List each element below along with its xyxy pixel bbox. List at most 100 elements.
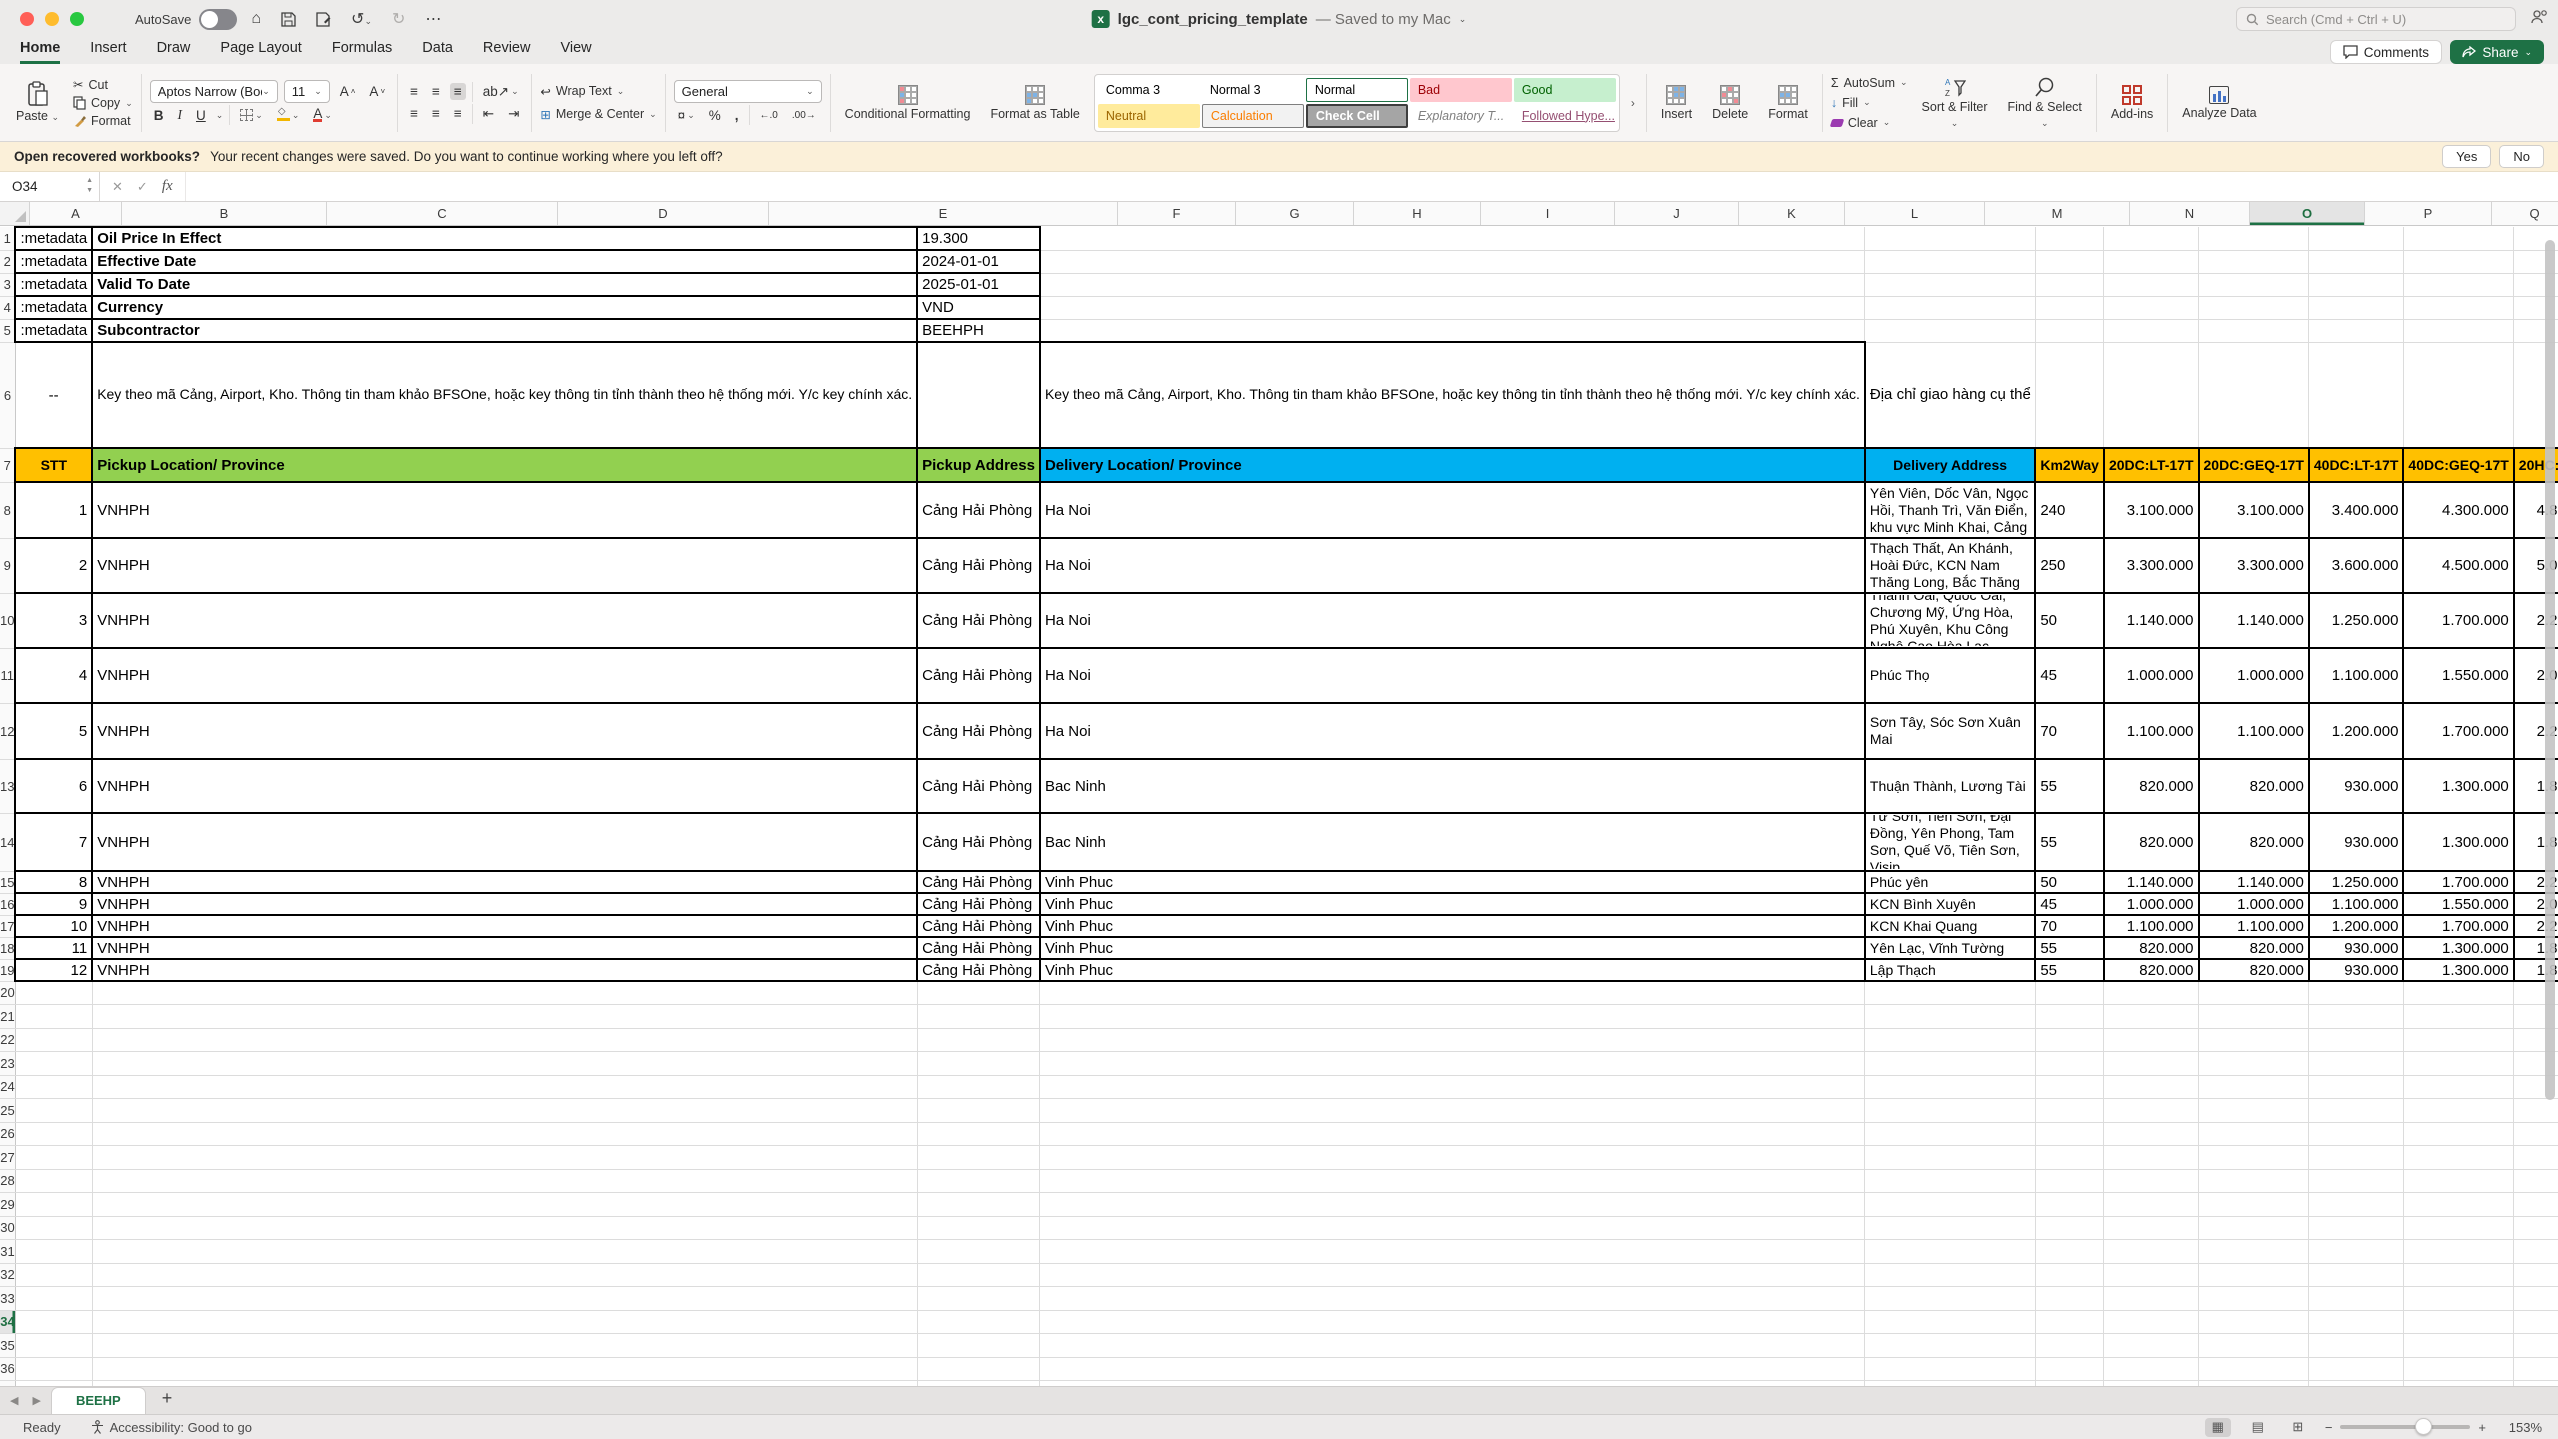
row-header-5[interactable]: 5 <box>0 319 15 342</box>
cell-F29[interactable] <box>2035 1193 2104 1217</box>
cell-G17[interactable]: 1.100.000 <box>2104 915 2199 937</box>
cell-D30[interactable] <box>1040 1216 1865 1240</box>
cell-B10[interactable]: VNHPH <box>92 593 917 648</box>
column-header-K[interactable]: K <box>1739 202 1845 225</box>
cell-J13[interactable]: 1.300.000 <box>2403 759 2513 813</box>
zoom-slider-knob[interactable] <box>2415 1418 2432 1435</box>
ribbon-tab-data[interactable]: Data <box>422 40 453 64</box>
cell-G21[interactable] <box>2104 1005 2199 1029</box>
styles-gallery-more-button[interactable]: › <box>1628 96 1638 110</box>
cell-F27[interactable] <box>2035 1146 2104 1170</box>
page-break-view-button[interactable]: ⊞ <box>2285 1418 2311 1437</box>
cell-H33[interactable] <box>2199 1287 2309 1311</box>
cell-G10[interactable]: 1.140.000 <box>2104 593 2199 648</box>
cell-H28[interactable] <box>2199 1169 2309 1193</box>
row-header-1[interactable]: 1 <box>0 227 15 250</box>
cell-C37[interactable] <box>917 1381 1040 1387</box>
cell-D14[interactable]: Bac Ninh <box>1040 813 1865 871</box>
analyze-data-button[interactable]: Analyze Data <box>2176 86 2262 120</box>
cell-B8[interactable]: VNHPH <box>92 482 917 538</box>
cell-I2[interactable] <box>2309 250 2404 273</box>
cell-K28[interactable] <box>2514 1169 2558 1193</box>
cell-G22[interactable] <box>2104 1028 2199 1052</box>
cell-G5[interactable] <box>2104 319 2199 342</box>
row-header-26[interactable]: 26 <box>0 1122 15 1146</box>
cell-F23[interactable] <box>2035 1052 2104 1076</box>
cell-D1[interactable] <box>1040 227 1865 250</box>
insert-function-icon[interactable]: fx <box>162 178 173 195</box>
cell-style-explanatory-t-[interactable]: Explanatory T... <box>1410 104 1512 128</box>
cell-F15[interactable]: 50 <box>2035 871 2104 893</box>
wrap-text-button[interactable]: ↩Wrap Text⌄ <box>540 84 656 99</box>
cell-I28[interactable] <box>2309 1169 2404 1193</box>
cell-G3[interactable] <box>2104 273 2199 296</box>
cell-I8[interactable]: 3.400.000 <box>2309 482 2404 538</box>
cell-E20[interactable] <box>1865 981 2035 1005</box>
cell-K30[interactable] <box>2514 1216 2558 1240</box>
cell-C8[interactable]: Cảng Hải Phòng <box>917 482 1040 538</box>
cell-H18[interactable]: 820.000 <box>2199 937 2309 959</box>
cell-A20[interactable] <box>15 981 92 1005</box>
cell-I9[interactable]: 3.600.000 <box>2309 538 2404 593</box>
cell-G27[interactable] <box>2104 1146 2199 1170</box>
cell-G36[interactable] <box>2104 1357 2199 1381</box>
cell-J15[interactable]: 1.700.000 <box>2403 871 2513 893</box>
cell-D35[interactable] <box>1040 1334 1865 1358</box>
cell-F14[interactable]: 55 <box>2035 813 2104 871</box>
cell-E16[interactable]: KCN Bình Xuyên <box>1865 893 2035 915</box>
cell-J3[interactable] <box>2403 273 2513 296</box>
row-header-3[interactable]: 3 <box>0 273 15 296</box>
home-icon[interactable]: ⌂ <box>251 10 261 28</box>
cell-C36[interactable] <box>917 1357 1040 1381</box>
save-as-icon[interactable] <box>316 12 331 27</box>
cell-I32[interactable] <box>2309 1263 2404 1287</box>
cell-F28[interactable] <box>2035 1169 2104 1193</box>
cell-F16[interactable]: 45 <box>2035 893 2104 915</box>
cell-J35[interactable] <box>2403 1334 2513 1358</box>
cell-J8[interactable]: 4.300.000 <box>2403 482 2513 538</box>
cell-H3[interactable] <box>2199 273 2309 296</box>
cell-I13[interactable]: 930.000 <box>2309 759 2404 813</box>
cell-C18[interactable]: Cảng Hải Phòng <box>917 937 1040 959</box>
orientation-button[interactable]: ab↗⌄ <box>479 83 523 101</box>
cell-I35[interactable] <box>2309 1334 2404 1358</box>
cell-A32[interactable] <box>15 1263 92 1287</box>
row-header-34[interactable]: 34 <box>0 1310 15 1334</box>
cell-G1[interactable] <box>2104 227 2199 250</box>
cell-style-check-cell[interactable]: Check Cell <box>1306 104 1408 128</box>
cell-F25[interactable] <box>2035 1099 2104 1123</box>
cell-I11[interactable]: 1.100.000 <box>2309 648 2404 703</box>
share-button[interactable]: Share ⌄ <box>2450 40 2544 64</box>
column-header-F[interactable]: F <box>1118 202 1236 225</box>
row-header-2[interactable]: 2 <box>0 250 15 273</box>
cell-J20[interactable] <box>2403 981 2513 1005</box>
cell-B25[interactable] <box>92 1099 917 1123</box>
cell-K25[interactable] <box>2514 1099 2558 1123</box>
cell-J21[interactable] <box>2403 1005 2513 1029</box>
cell-D15[interactable]: Vinh Phuc <box>1040 871 1865 893</box>
cell-B36[interactable] <box>92 1357 917 1381</box>
cell-D36[interactable] <box>1040 1357 1865 1381</box>
font-name-select[interactable]: Aptos Narrow (Bod...⌄ <box>150 80 278 103</box>
cell-A5[interactable]: :metadata <box>15 319 92 342</box>
align-left-button[interactable]: ≡ <box>406 105 422 122</box>
cell-C16[interactable]: Cảng Hải Phòng <box>917 893 1040 915</box>
cell-B21[interactable] <box>92 1005 917 1029</box>
cell-A3[interactable]: :metadata <box>15 273 92 296</box>
cell-H37[interactable] <box>2199 1381 2309 1387</box>
cell-I17[interactable]: 1.200.000 <box>2309 915 2404 937</box>
cell-B1[interactable]: Oil Price In Effect <box>92 227 917 250</box>
cell-A36[interactable] <box>15 1357 92 1381</box>
cell-G15[interactable]: 1.140.000 <box>2104 871 2199 893</box>
cell-D22[interactable] <box>1040 1028 1865 1052</box>
table-header-H7[interactable]: 20DC:GEQ-17T <box>2199 448 2309 482</box>
cell-J2[interactable] <box>2403 250 2513 273</box>
delete-cells-button[interactable]: Delete <box>1706 85 1754 121</box>
column-header-N[interactable]: N <box>2130 202 2250 225</box>
cell-G19[interactable]: 820.000 <box>2104 959 2199 981</box>
cell-K37[interactable] <box>2514 1381 2558 1387</box>
cell-A12[interactable]: 5 <box>15 703 92 759</box>
row-header-28[interactable]: 28 <box>0 1169 15 1193</box>
cell-H22[interactable] <box>2199 1028 2309 1052</box>
row-header-17[interactable]: 17 <box>0 915 15 937</box>
